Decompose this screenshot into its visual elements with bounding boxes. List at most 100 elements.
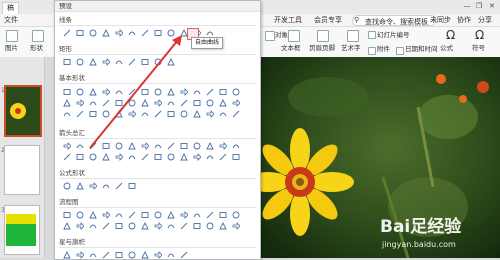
shape-option[interactable] bbox=[63, 110, 71, 118]
shape-option[interactable] bbox=[232, 211, 240, 219]
shape-option[interactable] bbox=[141, 142, 149, 150]
shape-option[interactable] bbox=[232, 142, 240, 150]
shape-option[interactable] bbox=[76, 222, 84, 230]
slide-number-button[interactable]: 幻灯片编号 bbox=[377, 31, 410, 39]
shape-option[interactable] bbox=[89, 99, 97, 107]
shape-option[interactable] bbox=[180, 142, 188, 150]
shape-option[interactable] bbox=[63, 58, 71, 66]
maximize-button[interactable]: ❐ bbox=[474, 2, 484, 11]
shape-option[interactable] bbox=[89, 110, 97, 118]
wordart-button[interactable]: 艺术字 bbox=[341, 44, 361, 52]
shape-option[interactable] bbox=[63, 142, 71, 150]
shape-option[interactable] bbox=[193, 99, 201, 107]
shape-option[interactable] bbox=[102, 222, 110, 230]
shape-option[interactable] bbox=[128, 29, 136, 37]
shape-option[interactable] bbox=[206, 222, 214, 230]
shape-option[interactable] bbox=[102, 153, 110, 161]
shape-option[interactable] bbox=[219, 153, 227, 161]
shape-option[interactable] bbox=[154, 211, 162, 219]
shape-option[interactable] bbox=[76, 88, 84, 96]
shape-option[interactable] bbox=[206, 142, 214, 150]
shape-option[interactable] bbox=[180, 88, 188, 96]
shape-option[interactable] bbox=[115, 88, 123, 96]
shape-option[interactable] bbox=[115, 182, 123, 190]
shape-option[interactable] bbox=[102, 211, 110, 219]
tab-developer-tools[interactable]: 开发工具 bbox=[274, 15, 302, 25]
shape-option[interactable] bbox=[193, 211, 201, 219]
shape-option[interactable] bbox=[102, 182, 110, 190]
shape-option[interactable] bbox=[219, 142, 227, 150]
shape-option[interactable] bbox=[76, 29, 84, 37]
shape-option[interactable] bbox=[63, 211, 71, 219]
shape-option[interactable] bbox=[63, 182, 71, 190]
shape-option[interactable] bbox=[115, 142, 123, 150]
shape-option[interactable] bbox=[180, 99, 188, 107]
shape-option[interactable] bbox=[141, 211, 149, 219]
shape-option[interactable] bbox=[128, 222, 136, 230]
shape-option[interactable] bbox=[63, 88, 71, 96]
shape-option[interactable] bbox=[180, 110, 188, 118]
minimize-button[interactable]: — bbox=[462, 2, 472, 11]
slide-thumbnail-3[interactable] bbox=[4, 205, 40, 255]
shape-option[interactable] bbox=[154, 29, 162, 37]
shape-option[interactable] bbox=[167, 88, 175, 96]
shape-option[interactable] bbox=[193, 222, 201, 230]
sync-status[interactable]: 未同步 bbox=[430, 15, 451, 25]
shape-option[interactable] bbox=[167, 58, 175, 66]
shape-option[interactable] bbox=[180, 211, 188, 219]
shape-option[interactable] bbox=[167, 222, 175, 230]
shape-option[interactable] bbox=[167, 142, 175, 150]
slide-thumbnail-1[interactable] bbox=[4, 85, 42, 137]
shape-option[interactable] bbox=[102, 99, 110, 107]
shape-option[interactable] bbox=[167, 29, 175, 37]
shape-option[interactable] bbox=[193, 153, 201, 161]
shape-option[interactable] bbox=[89, 222, 97, 230]
shape-option[interactable] bbox=[154, 222, 162, 230]
shape-option[interactable] bbox=[115, 58, 123, 66]
shape-option[interactable] bbox=[76, 153, 84, 161]
shape-option[interactable] bbox=[102, 88, 110, 96]
shape-option[interactable] bbox=[63, 153, 71, 161]
shape-option[interactable] bbox=[89, 182, 97, 190]
shape-option[interactable] bbox=[63, 99, 71, 107]
shape-option[interactable] bbox=[89, 88, 97, 96]
shape-option[interactable] bbox=[115, 99, 123, 107]
shape-option[interactable] bbox=[63, 29, 71, 37]
shape-option[interactable] bbox=[180, 222, 188, 230]
shape-option[interactable] bbox=[206, 211, 214, 219]
shape-option[interactable] bbox=[206, 88, 214, 96]
shape-option[interactable] bbox=[89, 211, 97, 219]
shape-option[interactable] bbox=[115, 222, 123, 230]
shape-option[interactable] bbox=[141, 153, 149, 161]
shape-option[interactable] bbox=[115, 153, 123, 161]
formula-button[interactable]: 公式 bbox=[440, 44, 453, 52]
shape-option[interactable] bbox=[232, 110, 240, 118]
shape-option[interactable] bbox=[128, 211, 136, 219]
shape-option[interactable] bbox=[232, 99, 240, 107]
shape-option[interactable] bbox=[128, 142, 136, 150]
shape-option[interactable] bbox=[63, 222, 71, 230]
picture-button[interactable]: 图片 bbox=[5, 44, 18, 52]
tab-member-exclusive[interactable]: 会员专享 bbox=[314, 15, 342, 25]
shape-option[interactable] bbox=[128, 88, 136, 96]
shape-option[interactable] bbox=[219, 110, 227, 118]
shape-option[interactable] bbox=[128, 153, 136, 161]
shape-option[interactable] bbox=[167, 110, 175, 118]
shape-option[interactable] bbox=[232, 153, 240, 161]
shape-option[interactable] bbox=[141, 110, 149, 118]
slide-thumbnail-2[interactable] bbox=[4, 145, 40, 195]
command-search-input[interactable]: 查找命令、搜索模板 bbox=[352, 15, 436, 26]
shape-option[interactable] bbox=[219, 222, 227, 230]
shape-option[interactable] bbox=[232, 222, 240, 230]
shape-option[interactable] bbox=[76, 142, 84, 150]
close-button[interactable]: ✕ bbox=[487, 2, 497, 11]
shape-option[interactable] bbox=[115, 110, 123, 118]
shape-option[interactable] bbox=[141, 222, 149, 230]
shape-option[interactable] bbox=[128, 58, 136, 66]
shape-option[interactable] bbox=[102, 58, 110, 66]
document-tab[interactable]: 稿 bbox=[2, 2, 19, 14]
shape-option[interactable] bbox=[154, 110, 162, 118]
shape-option[interactable] bbox=[102, 110, 110, 118]
shape-button[interactable]: 形状 bbox=[30, 44, 43, 52]
shape-option[interactable] bbox=[206, 153, 214, 161]
